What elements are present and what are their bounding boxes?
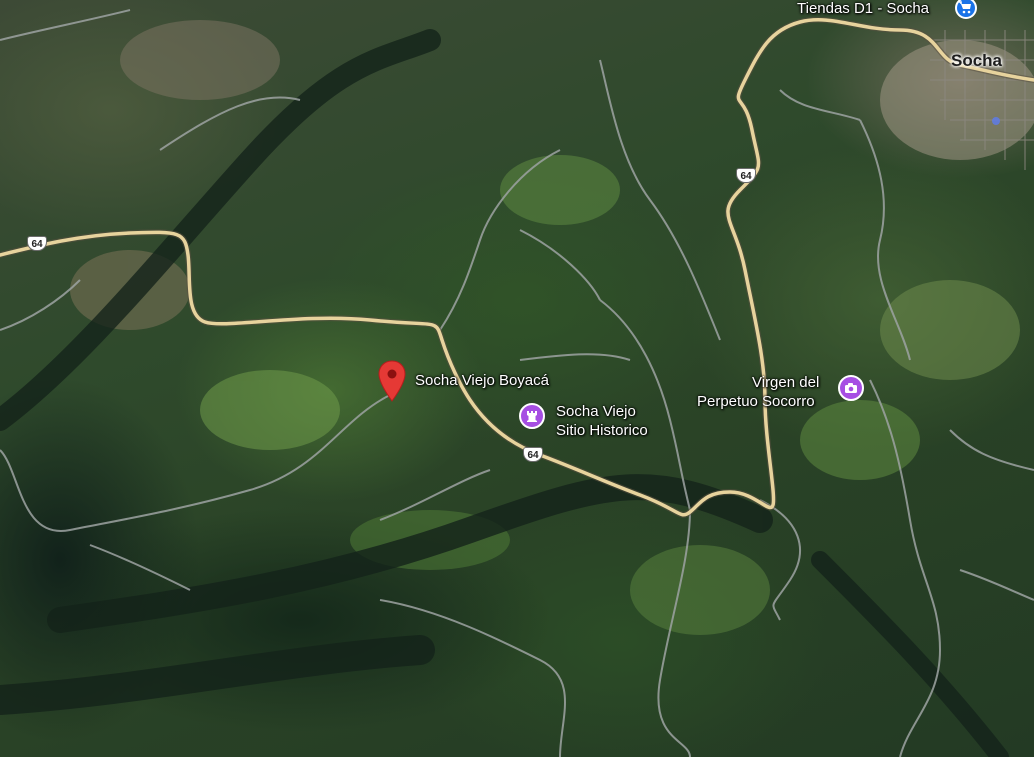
- shopping-cart-glyph: [959, 1, 971, 14]
- town-marker: [992, 117, 1000, 125]
- shopping-cart-icon[interactable]: [955, 0, 977, 19]
- selected-place-label[interactable]: Socha Viejo Boyacá: [415, 372, 549, 389]
- virgen-label-line1[interactable]: Virgen del: [752, 374, 819, 391]
- landmark-icon[interactable]: [519, 403, 545, 429]
- historic-site-label-line1[interactable]: Socha Viejo: [556, 403, 636, 420]
- camera-icon[interactable]: [838, 375, 864, 401]
- historic-site-label-line2[interactable]: Sitio Historico: [556, 422, 648, 439]
- poi-label-tiendas[interactable]: Tiendas D1 - Socha: [797, 0, 929, 17]
- virgen-label-line2[interactable]: Perpetuo Socorro: [697, 393, 815, 410]
- field-patches: [70, 20, 1034, 635]
- camera-glyph: [845, 383, 857, 393]
- map-pin-icon[interactable]: [378, 360, 406, 402]
- town-label-socha[interactable]: Socha: [951, 51, 1002, 71]
- satellite-map[interactable]: 64 64 64 Socha Tiendas D1 - Socha Socha …: [0, 0, 1034, 757]
- landmark-glyph: [527, 411, 537, 422]
